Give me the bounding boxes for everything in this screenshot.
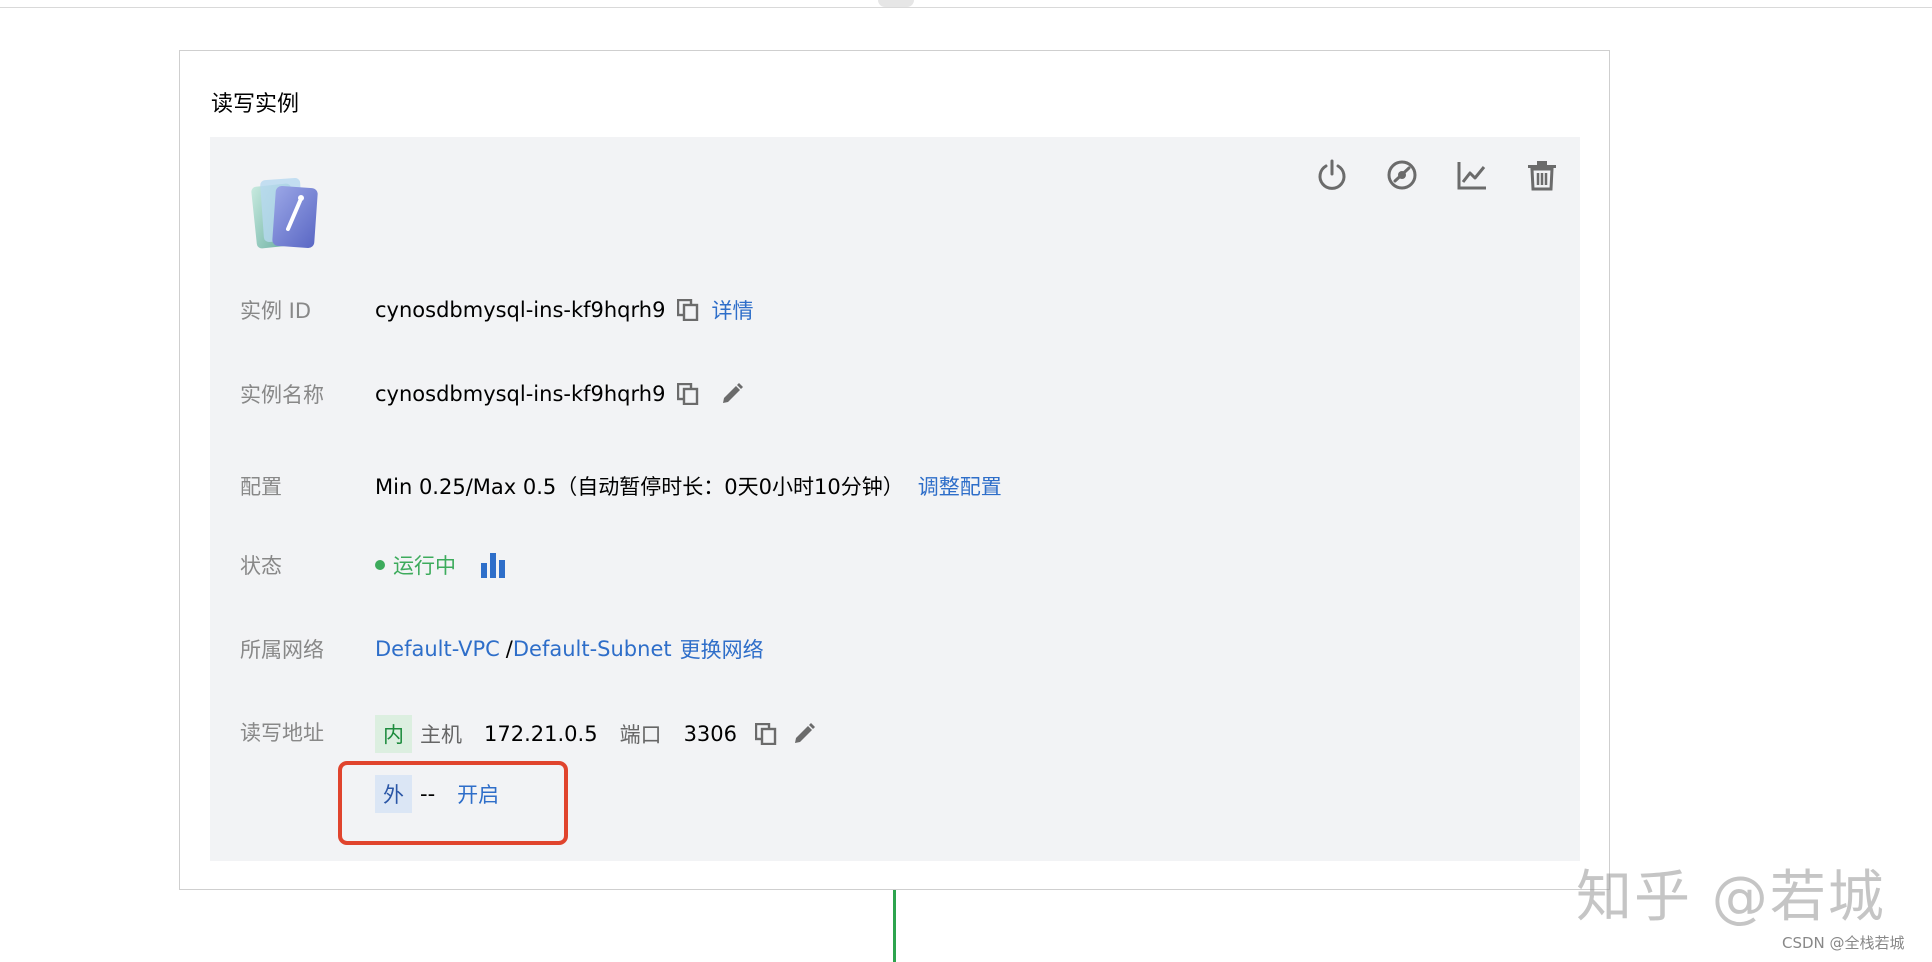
port-label: 端口 [620, 719, 662, 749]
instance-panel: 实例 ID cynosdbmysql-ins-kf9hqrh9 详情 实例名称 … [210, 137, 1580, 861]
copy-icon [677, 299, 699, 321]
instance-name-value: cynosdbmysql-ins-kf9hqrh9 [375, 382, 665, 406]
card-title: 读写实例 [211, 86, 299, 118]
copy-address-button[interactable] [751, 719, 781, 749]
top-divider [0, 7, 1932, 8]
address-label: 读写地址 [240, 717, 324, 747]
copy-icon [677, 383, 699, 405]
flow-connector-line [893, 890, 896, 962]
zhihu-watermark: 知乎 @若城 [1576, 852, 1886, 933]
config-value: Min 0.25/Max 0.5（自动暂停时长：0天0小时10分钟） [375, 471, 904, 501]
instance-id-label: 实例 ID [240, 295, 311, 325]
power-icon [1315, 158, 1349, 192]
internal-address-group: 内 主机 172.21.0.5 端口 3306 [375, 715, 819, 753]
copy-instance-id-button[interactable] [673, 295, 703, 325]
edit-instance-name-button[interactable] [717, 379, 747, 409]
pencil-icon [792, 722, 816, 746]
config-label: 配置 [240, 471, 282, 501]
highlight-annotation-box [338, 761, 568, 845]
adjust-config-link[interactable]: 调整配置 [918, 471, 1002, 501]
host-label: 主机 [420, 719, 462, 749]
edit-address-button[interactable] [789, 719, 819, 749]
details-link[interactable]: 详情 [711, 295, 753, 325]
instance-id-value: cynosdbmysql-ins-kf9hqrh9 [375, 298, 665, 322]
speed-gauge-icon [1385, 158, 1419, 192]
network-value-group: Default-VPC / Default-Subnet 更换网络 [375, 634, 764, 664]
line-chart-icon [1455, 158, 1489, 192]
instance-name-value-group: cynosdbmysql-ins-kf9hqrh9 [375, 379, 747, 409]
change-network-link[interactable]: 更换网络 [680, 634, 764, 664]
internal-tag: 内 [375, 715, 412, 753]
vpc-link[interactable]: Default-VPC [375, 637, 500, 661]
instance-name-label: 实例名称 [240, 379, 324, 409]
top-collapse-handle[interactable] [878, 0, 914, 7]
csdn-watermark: CSDN @全栈若城 [1782, 932, 1905, 953]
delete-button[interactable] [1518, 151, 1566, 199]
instance-id-value-group: cynosdbmysql-ins-kf9hqrh9 详情 [375, 295, 753, 325]
network-separator: / [506, 637, 513, 661]
host-value: 172.21.0.5 [484, 722, 598, 746]
trash-icon [1525, 158, 1559, 192]
bar-chart-icon [479, 551, 507, 579]
pencil-icon [720, 382, 744, 406]
status-label: 状态 [240, 550, 282, 580]
copy-icon [755, 723, 777, 745]
subnet-link[interactable]: Default-Subnet [513, 637, 672, 661]
config-value-group: Min 0.25/Max 0.5（自动暂停时长：0天0小时10分钟） 调整配置 [375, 471, 1002, 501]
power-button[interactable] [1308, 151, 1356, 199]
status-monitor-button[interactable] [478, 550, 508, 580]
network-label: 所属网络 [240, 634, 324, 664]
status-value-group: 运行中 [375, 550, 508, 580]
performance-button[interactable] [1378, 151, 1426, 199]
copy-instance-name-button[interactable] [673, 379, 703, 409]
status-value: 运行中 [393, 550, 456, 580]
port-value: 3306 [684, 722, 737, 746]
monitoring-button[interactable] [1448, 151, 1496, 199]
instance-toolbar [1308, 151, 1566, 199]
status-running-dot [375, 560, 385, 570]
database-instance-logo-icon [248, 171, 324, 255]
